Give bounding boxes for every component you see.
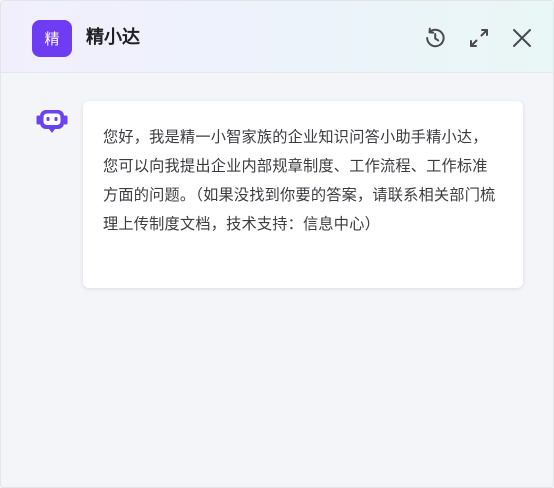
message-text: 您好，我是精一小智家族的企业知识问答小助手精小达，您可以向我提出企业内部规章制度… — [103, 128, 496, 233]
app-title: 精小达 — [86, 27, 140, 48]
chat-header: 精 精小达 — [1, 1, 553, 73]
expand-icon — [470, 29, 488, 47]
message-bubble: 您好，我是精一小智家族的企业知识问答小助手精小达，您可以向我提出企业内部规章制度… — [83, 101, 523, 288]
robot-icon — [36, 110, 68, 133]
close-button[interactable] — [509, 25, 535, 51]
history-icon — [426, 27, 445, 48]
history-button[interactable] — [422, 25, 448, 51]
app-badge: 精 — [32, 20, 72, 57]
expand-button[interactable] — [466, 25, 492, 51]
chat-panel: 精 精小达 您好，我是精一小智家族的企业知识问答小助手精小达，您可以向我提出企业… — [0, 0, 554, 488]
close-icon — [513, 29, 531, 47]
